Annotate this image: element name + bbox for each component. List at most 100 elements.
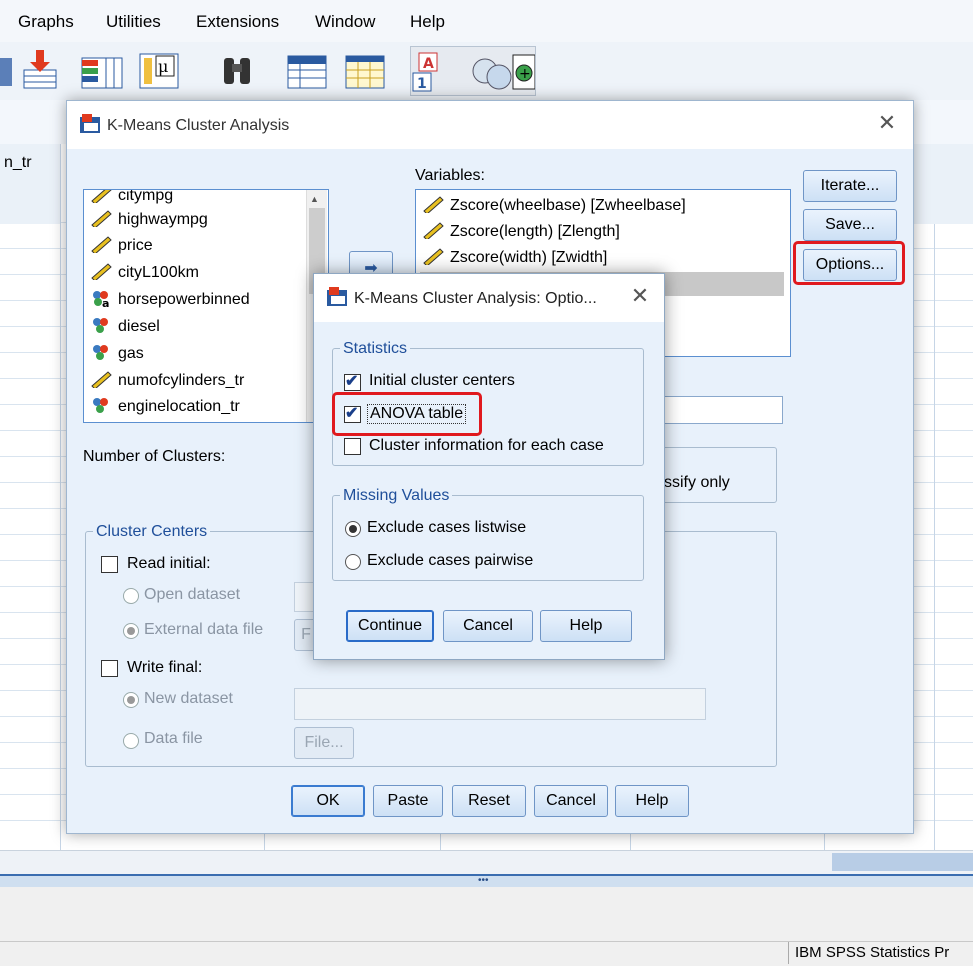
cancel-button[interactable]: Cancel <box>534 785 608 817</box>
list-item[interactable]: numofcylinders_tr <box>90 369 244 393</box>
dialog-title: K-Means Cluster Analysis <box>107 117 290 134</box>
list-item[interactable]: Zscore(wheelbase) [Zwheelbase] <box>422 194 686 218</box>
options-titlebar: K-Means Cluster Analysis: Optio... ✕ <box>314 274 664 322</box>
open-dataset-radio[interactable] <box>123 588 139 604</box>
scale-ruler-icon <box>423 248 444 265</box>
external-data-file-radio[interactable] <box>123 623 139 639</box>
nominal-icon <box>93 398 108 413</box>
continue-button[interactable]: Continue <box>346 610 434 642</box>
options-dialog: K-Means Cluster Analysis: Optio... ✕ Sta… <box>313 273 665 660</box>
menu-extensions[interactable]: Extensions <box>196 12 279 32</box>
exclude-pairwise-radio[interactable] <box>345 554 361 570</box>
data-file-label: Data file <box>144 730 203 747</box>
missing-values-legend: Missing Values <box>340 487 453 505</box>
cluster-info-checkbox[interactable] <box>344 438 361 455</box>
initial-cluster-centers-checkbox[interactable] <box>344 371 361 391</box>
number-of-clusters-label: Number of Clusters: <box>83 448 226 465</box>
data-file-radio[interactable] <box>123 733 139 749</box>
iterate-button[interactable]: Iterate... <box>803 170 897 202</box>
find-binoculars-icon[interactable] <box>218 48 258 92</box>
spss-app-icon <box>327 287 347 306</box>
value-labels-icon[interactable] <box>286 48 327 92</box>
insert-variable-icon[interactable] <box>80 48 123 92</box>
dialog-titlebar: K-Means Cluster Analysis ✕ <box>67 101 913 149</box>
nominal-icon <box>93 345 108 360</box>
list-item[interactable]: citympg <box>90 190 173 208</box>
menu-bar: Graphs Utilities Extensions Window Help <box>0 0 973 42</box>
menu-utilities[interactable]: Utilities <box>106 12 161 32</box>
split-file-icon[interactable]: μ <box>138 48 179 92</box>
data-file-button[interactable]: File... <box>294 727 354 759</box>
status-text: IBM SPSS Statistics Pr <box>788 942 949 964</box>
source-variable-list[interactable]: citympg highwaympg price cityL100km a hor… <box>83 189 329 423</box>
new-dataset-label: New dataset <box>144 690 233 707</box>
svg-text:A: A <box>423 56 434 72</box>
scale-ruler-icon <box>423 222 444 239</box>
nominal-string-icon: a <box>93 291 109 307</box>
read-initial-checkbox[interactable] <box>101 556 118 573</box>
scale-ruler-icon <box>91 210 112 227</box>
cancel-button[interactable]: Cancel <box>443 610 533 642</box>
options-highlight <box>793 241 905 285</box>
use-variable-sets-icon[interactable] <box>344 48 385 92</box>
reset-button[interactable]: Reset <box>452 785 526 817</box>
list-item[interactable]: diesel <box>90 315 160 339</box>
write-final-label: Write final: <box>127 659 203 676</box>
scale-ruler-icon <box>91 263 112 280</box>
help-button[interactable]: Help <box>615 785 689 817</box>
write-final-checkbox[interactable] <box>101 660 118 677</box>
scale-ruler-icon <box>91 371 112 388</box>
options-title: K-Means Cluster Analysis: Optio... <box>354 290 597 307</box>
list-item[interactable]: enginelocation_tr <box>90 395 240 419</box>
read-initial-label: Read initial: <box>127 555 211 572</box>
toolbar-group: A 1 + <box>410 46 536 96</box>
initial-cluster-centers-label: Initial cluster centers <box>369 372 515 389</box>
scale-ruler-icon <box>91 190 112 203</box>
list-item[interactable]: highwaympg <box>90 208 208 232</box>
cluster-centers-legend: Cluster Centers <box>93 523 211 541</box>
svg-text:μ: μ <box>158 57 168 76</box>
lower-pane <box>0 887 973 941</box>
list-item[interactable]: price <box>90 234 153 258</box>
close-icon[interactable]: ✕ <box>875 111 899 135</box>
external-data-file-label: External data file <box>144 621 264 638</box>
statistics-legend: Statistics <box>340 340 411 358</box>
svg-text:+: + <box>519 66 531 82</box>
list-item[interactable]: Zscore(length) [Zlength] <box>422 220 620 244</box>
list-item[interactable]: gas <box>90 342 144 366</box>
insert-cases-icon[interactable] <box>20 48 60 92</box>
list-item[interactable]: Zscore(width) [Zwidth] <box>422 246 607 270</box>
new-dataset-radio[interactable] <box>123 692 139 708</box>
column-header: n_tr <box>0 144 61 224</box>
exclude-pairwise-label: Exclude cases pairwise <box>367 552 534 569</box>
scale-ruler-icon <box>91 236 112 253</box>
close-icon[interactable]: ✕ <box>628 284 652 308</box>
column-header-right <box>912 144 973 224</box>
menu-help[interactable]: Help <box>410 12 445 32</box>
ok-button[interactable]: OK <box>291 785 365 817</box>
menu-window[interactable]: Window <box>315 12 375 32</box>
svg-text:1: 1 <box>417 76 427 92</box>
anova-highlight <box>332 392 482 436</box>
new-dataset-field[interactable] <box>294 688 706 720</box>
horizontal-scroll-thumb[interactable] <box>832 853 973 871</box>
save-button[interactable]: Save... <box>803 209 897 241</box>
exclude-listwise-radio[interactable] <box>345 521 361 537</box>
label-cases-field[interactable] <box>657 396 783 424</box>
horizontal-scrollbar[interactable] <box>0 850 973 875</box>
list-item[interactable]: a horsepowerbinned <box>90 288 250 312</box>
classify-only-label: ssify only <box>664 474 730 491</box>
paste-button[interactable]: Paste <box>373 785 443 817</box>
help-button[interactable]: Help <box>540 610 632 642</box>
menu-graphs[interactable]: Graphs <box>18 12 74 32</box>
list-item[interactable]: cityL100km <box>90 261 199 285</box>
exclude-listwise-label: Exclude cases listwise <box>367 519 527 536</box>
scale-ruler-icon <box>423 196 444 213</box>
svg-text:a: a <box>102 297 109 307</box>
open-dataset-label: Open dataset <box>144 586 241 603</box>
column-header-label: n_tr <box>4 154 32 171</box>
cluster-info-label: Cluster information for each case <box>369 437 604 454</box>
variables-label: Variables: <box>415 167 485 184</box>
scroll-up-icon[interactable]: ▲ <box>310 194 319 204</box>
splitter-grip-icon: ••• <box>478 875 489 886</box>
